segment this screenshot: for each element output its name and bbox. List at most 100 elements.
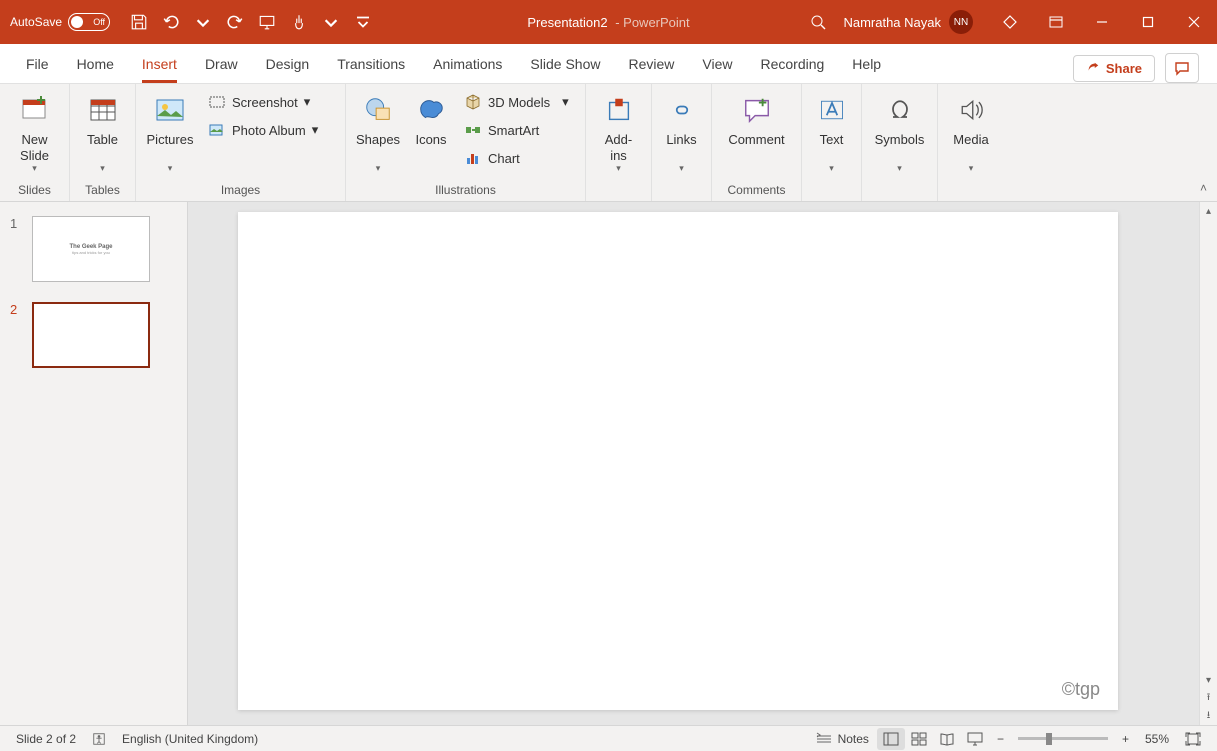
tab-draw[interactable]: Draw [191,45,252,83]
text-button[interactable]: Text▾ [808,88,855,178]
comment-icon [739,92,775,128]
slide-thumbnail-1[interactable]: The Geek Page tips and tricks for you [32,216,150,282]
thumb-number: 2 [10,302,22,317]
photo-album-icon [208,121,226,139]
slide-sorter-view-button[interactable] [905,728,933,750]
minimize-button[interactable] [1079,0,1125,44]
touch-mode-icon[interactable] [290,13,308,31]
normal-view-button[interactable] [877,728,905,750]
slide-thumbnail-2[interactable] [32,302,150,368]
search-icon[interactable] [803,14,833,30]
comment-button[interactable]: Comment [718,88,795,152]
share-icon [1086,61,1100,75]
slideshow-start-icon[interactable] [258,13,276,31]
tab-design[interactable]: Design [252,45,324,83]
user-name[interactable]: Namratha Nayak [843,15,941,30]
share-button[interactable]: Share [1073,55,1155,82]
tab-help[interactable]: Help [838,45,895,83]
icons-button[interactable]: Icons [408,88,454,152]
tab-transitions[interactable]: Transitions [323,45,419,83]
vertical-scrollbar[interactable]: ▴ ▾ ⭱ ⭳ [1199,202,1217,725]
slide-counter[interactable]: Slide 2 of 2 [8,732,84,746]
slide-editing-area: ©tgp ▴ ▾ ⭱ ⭳ [188,202,1217,725]
watermark: ©tgp [1062,679,1100,700]
tab-view[interactable]: View [688,45,746,83]
speaker-icon [953,92,989,128]
chevron-down-icon[interactable] [322,13,340,31]
table-icon [85,92,121,128]
zoom-in-button[interactable]: + [1114,732,1137,746]
pictures-icon [152,92,188,128]
table-button[interactable]: Table▾ [76,88,129,178]
tab-home[interactable]: Home [63,45,128,83]
media-button[interactable]: Media▾ [944,88,998,178]
save-icon[interactable] [130,13,148,31]
accessibility-icon [92,732,106,746]
zoom-level[interactable]: 55% [1137,732,1177,746]
links-button[interactable]: Links▾ [658,88,705,178]
redo-icon[interactable] [226,13,244,31]
title-bar: AutoSave Off Presentation2 - PowerPoint … [0,0,1217,44]
autosave-toggle[interactable]: Off [68,13,110,31]
chevron-down-icon[interactable] [194,13,212,31]
slideshow-view-button[interactable] [961,728,989,750]
collapse-ribbon-icon[interactable]: ˄ [1200,181,1207,195]
screenshot-icon [208,93,226,111]
tab-insert[interactable]: Insert [128,45,191,83]
scroll-up-icon[interactable]: ▴ [1200,202,1217,220]
workspace: 1 The Geek Page tips and tricks for you … [0,202,1217,725]
group-label-slides: Slides [6,181,63,201]
notes-icon [816,732,832,746]
link-icon [664,92,700,128]
autosave-label: AutoSave [10,15,62,29]
chart-button[interactable]: Chart [458,146,575,170]
next-slide-icon[interactable]: ⭳ [1200,707,1217,725]
photo-album-button[interactable]: Photo Album ▾ [202,118,324,142]
text-box-icon [814,92,850,128]
screenshot-button[interactable]: Screenshot ▾ [202,90,324,114]
addins-button[interactable]: Add- ins▾ [592,88,645,178]
symbols-button[interactable]: Symbols▾ [868,88,931,178]
pictures-button[interactable]: Pictures▾ [142,88,198,178]
user-avatar[interactable]: NN [949,10,973,34]
tab-slideshow[interactable]: Slide Show [516,45,614,83]
diamond-icon[interactable] [987,0,1033,44]
slide-thumbnail-panel: 1 The Geek Page tips and tricks for you … [0,202,188,725]
3d-models-button[interactable]: 3D Models ▾ [458,90,575,114]
shapes-button[interactable]: Shapes▾ [352,88,404,178]
reading-view-button[interactable] [933,728,961,750]
accessibility-button[interactable] [84,732,114,746]
shapes-icon [360,92,396,128]
tab-animations[interactable]: Animations [419,45,516,83]
ribbon-display-icon[interactable] [1033,0,1079,44]
undo-icon[interactable] [162,13,180,31]
ribbon: New Slide▾ Slides Table▾ Tables Pictures… [0,84,1217,202]
scroll-down-icon[interactable]: ▾ [1200,671,1217,689]
language-button[interactable]: English (United Kingdom) [114,732,266,746]
close-button[interactable] [1171,0,1217,44]
smartart-icon [464,121,482,139]
maximize-button[interactable] [1125,0,1171,44]
tab-recording[interactable]: Recording [746,45,838,83]
omega-icon [882,92,918,128]
zoom-out-button[interactable]: − [989,732,1012,746]
zoom-slider[interactable] [1018,737,1108,740]
notes-button[interactable]: Notes [808,732,877,746]
tab-review[interactable]: Review [614,45,688,83]
fit-to-window-button[interactable] [1177,732,1209,746]
ribbon-tabs: File Home Insert Draw Design Transitions… [0,44,1217,84]
smartart-button[interactable]: SmartArt [458,118,575,142]
group-label-illustrations: Illustrations [352,181,579,201]
new-slide-icon [17,92,53,128]
new-slide-button[interactable]: New Slide▾ [6,88,63,178]
comments-pane-button[interactable] [1165,53,1199,83]
tab-file[interactable]: File [12,45,63,83]
comment-icon [1174,60,1190,76]
group-label-images: Images [142,181,339,201]
group-label-comments: Comments [718,181,795,201]
previous-slide-icon[interactable]: ⭱ [1200,689,1217,707]
thumb-number: 1 [10,216,22,231]
icons-icon [413,92,449,128]
customize-qat-icon[interactable] [354,13,372,31]
slide-canvas[interactable]: ©tgp [238,212,1118,710]
